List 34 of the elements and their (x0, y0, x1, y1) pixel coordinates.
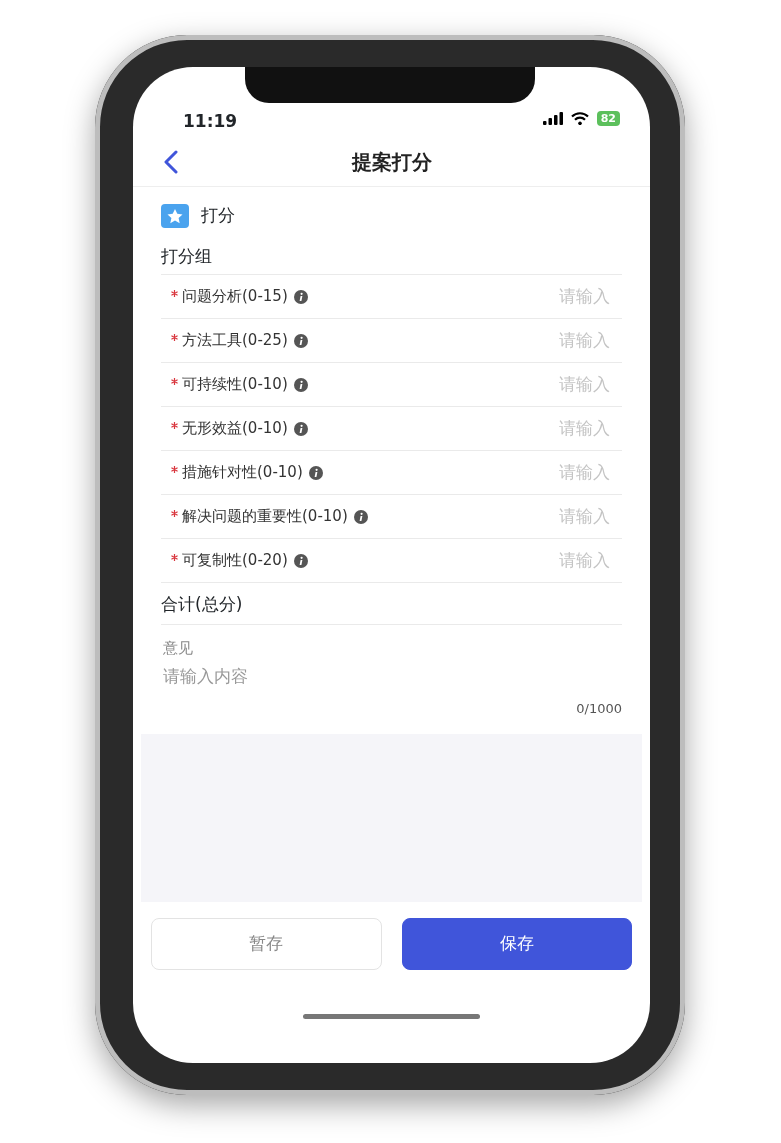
info-icon[interactable] (293, 377, 308, 392)
save-button[interactable]: 保存 (401, 918, 632, 970)
info-icon[interactable] (293, 333, 308, 348)
score-input[interactable]: 请输入 (512, 547, 622, 574)
field-label: 方法工具(0-25) (182, 330, 288, 352)
score-input[interactable]: 请输入 (512, 459, 622, 486)
info-icon[interactable] (293, 421, 308, 436)
group-title: 打分组 (161, 241, 622, 275)
total-label: 合计(总分) (161, 583, 622, 625)
section-title: 打分 (201, 204, 235, 228)
back-icon[interactable] (163, 150, 179, 174)
comment-label: 意见 (162, 638, 194, 659)
info-icon[interactable] (293, 553, 308, 568)
field-label: 解决问题的重要性(0-10) (182, 506, 348, 528)
info-icon[interactable] (308, 465, 323, 480)
page-title: 提案打分 (351, 148, 432, 176)
info-icon[interactable] (293, 289, 308, 304)
status-time: 11:19 (183, 111, 238, 131)
battery-indicator: 82 (596, 111, 620, 126)
draft-button[interactable]: 暂存 (151, 918, 382, 970)
field-label: 可持续性(0-10) (182, 374, 288, 396)
score-input[interactable]: 请输入 (512, 327, 622, 354)
score-input[interactable]: 请输入 (512, 283, 622, 310)
signal-icon (542, 112, 563, 125)
score-input[interactable]: 请输入 (512, 415, 622, 442)
field-label: 可复制性(0-20) (182, 550, 288, 572)
char-counter: 0/1000 (575, 699, 622, 718)
field-label: 措施针对性(0-10) (182, 462, 303, 484)
score-input[interactable]: 请输入 (512, 503, 622, 530)
score-input[interactable]: 请输入 (512, 371, 622, 398)
info-icon[interactable] (353, 509, 368, 524)
wifi-icon (570, 112, 589, 125)
field-label: 问题分析(0-15) (182, 286, 288, 308)
field-label: 无形效益(0-10) (182, 418, 288, 440)
